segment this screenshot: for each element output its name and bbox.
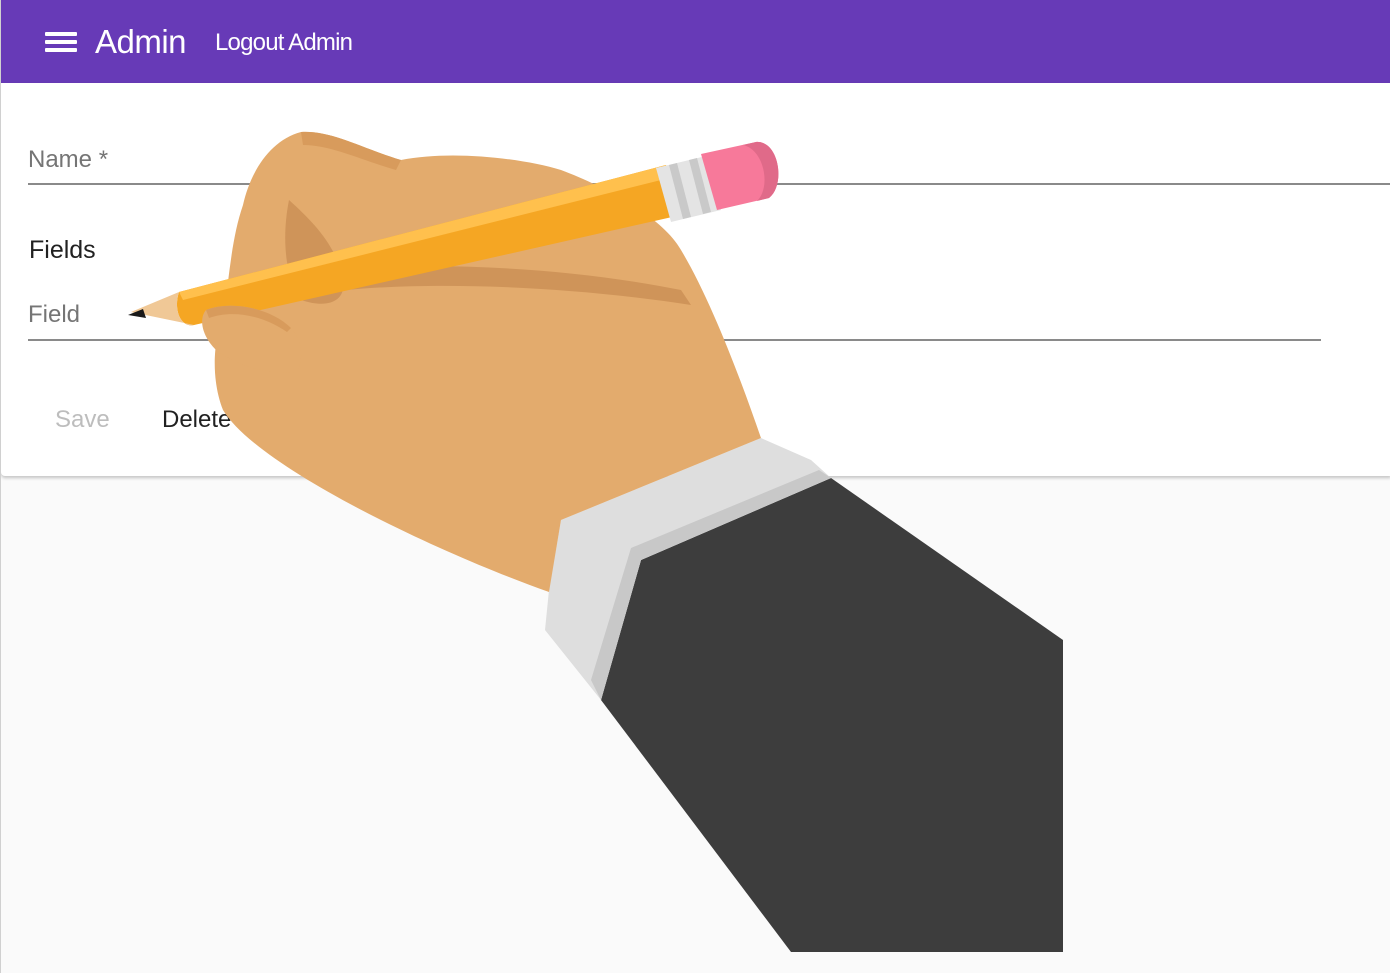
save-button[interactable]: Save	[55, 405, 110, 435]
logout-button[interactable]: Logout Admin	[215, 28, 353, 58]
delete-button[interactable]: Delete	[162, 405, 231, 435]
field-input-underline	[28, 339, 1321, 341]
cuff-shape	[545, 438, 831, 700]
name-field-underline	[28, 183, 1390, 185]
sleeve-shape	[601, 478, 1063, 952]
menu-icon[interactable]	[41, 26, 81, 58]
form-card: Name * Fields Field Save Delete	[1, 83, 1390, 476]
name-field[interactable]	[28, 141, 1390, 183]
app-bar: Admin Logout Admin	[1, 0, 1390, 83]
field-input[interactable]	[28, 296, 1324, 338]
cuff-shadow	[591, 470, 831, 700]
fields-section-title: Fields	[29, 236, 96, 264]
app-title: Admin	[95, 23, 187, 60]
admin-page: Admin Logout Admin Name * Fields Field S…	[0, 0, 1390, 973]
